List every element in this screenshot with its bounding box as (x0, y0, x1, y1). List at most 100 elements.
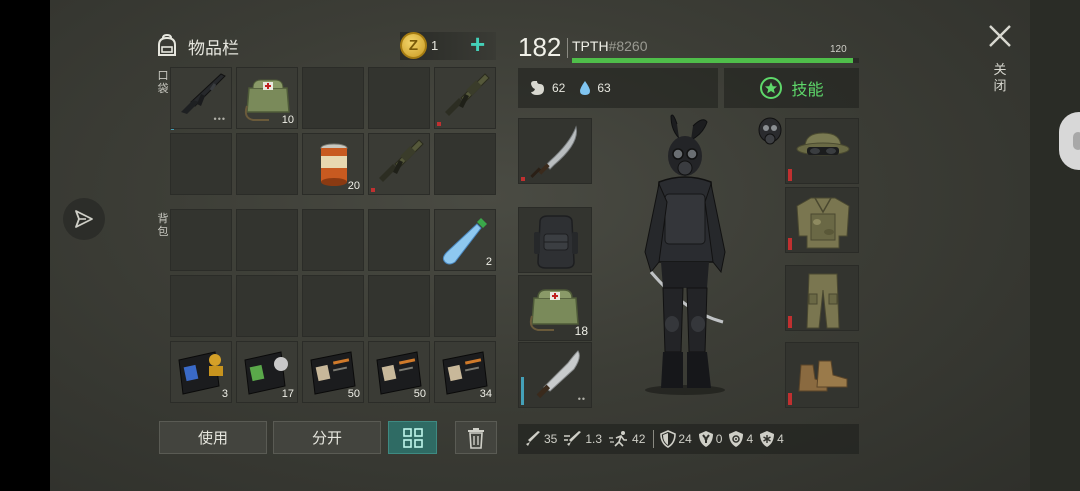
grid-sort-icon (402, 427, 423, 448)
durability-indicator (437, 122, 441, 126)
inventory-header: 物品栏 (154, 30, 239, 62)
stats-divider (653, 430, 655, 448)
durability-indicator (371, 188, 375, 192)
pocket-slot[interactable]: 20 (302, 133, 364, 195)
use-button[interactable]: 使用 (159, 421, 267, 454)
durability-indicator (788, 238, 792, 250)
radiation-shield-icon (698, 431, 713, 447)
katana-icon (530, 125, 578, 178)
backpack-slot[interactable] (236, 275, 298, 337)
backpack-slot[interactable] (302, 209, 364, 271)
equip-slot-legs[interactable] (785, 265, 859, 331)
split-button[interactable]: 分开 (273, 421, 381, 454)
item-quantity: 3 (221, 388, 228, 400)
send-button[interactable] (63, 198, 105, 240)
sword-icon (526, 431, 540, 446)
backpack-slot[interactable] (368, 275, 430, 337)
item-quantity: 50 (347, 388, 360, 400)
backpack-icon (158, 33, 176, 56)
shield-icon (660, 430, 677, 448)
equip-slot-weapon-1[interactable] (518, 118, 592, 184)
pocket-slot[interactable]: 10 (236, 67, 298, 129)
stat-move-speed-value: 42 (632, 432, 646, 446)
hunger-value: 62 (552, 81, 566, 95)
durability-indicator (788, 316, 792, 328)
pocket-slot[interactable] (302, 67, 364, 129)
sort-button[interactable] (388, 421, 437, 454)
item-quantity: 50 (413, 388, 426, 400)
backpack-slot[interactable] (170, 209, 232, 271)
coin-balance: Z 1 + (400, 30, 496, 60)
player-level: 182 (518, 32, 562, 62)
stat-attack-speed-value: 1.3 (585, 432, 603, 446)
camo-pants-icon (806, 273, 840, 329)
stat-move-speed: 42 (608, 430, 645, 448)
swift-sword-icon (564, 431, 582, 446)
water-drop-icon (580, 81, 591, 95)
edge-handle-button[interactable] (1059, 112, 1080, 170)
star-badge-icon (760, 77, 783, 99)
pocket-slot[interactable] (368, 133, 430, 195)
stat-armor: 24 (660, 430, 692, 448)
backpack-slot[interactable]: 17 (236, 341, 298, 403)
backpack-slot[interactable]: 50 (368, 341, 430, 403)
character-stats-bar: 35 1.3 42 24 0 4 4 (518, 424, 859, 454)
item-quantity: 34 (479, 388, 492, 400)
xp-max: 120 (830, 44, 847, 55)
close-label[interactable]: 关闭 (992, 62, 1008, 94)
equip-slot-backpack[interactable] (518, 207, 592, 273)
pocket-slot[interactable] (170, 133, 232, 195)
item-quantity: 10 (281, 114, 294, 126)
biohazard-shield-icon (729, 431, 744, 447)
backpack-slot[interactable]: 2 (434, 209, 496, 271)
backpack-slot[interactable] (302, 275, 364, 337)
skills-label: 技能 (791, 82, 824, 99)
durability-indicator (521, 377, 524, 405)
pocket-label: 口袋 (157, 70, 169, 95)
add-coins-button[interactable]: + (470, 30, 485, 58)
item-tier-dots: ••• (213, 114, 226, 124)
delete-button[interactable] (455, 421, 497, 454)
backpack-slot[interactable]: 3 (170, 341, 232, 403)
skills-button[interactable]: 技能 (724, 68, 859, 108)
item-quantity: 17 (281, 388, 294, 400)
backpack-slot[interactable] (434, 275, 496, 337)
durability-indicator (521, 177, 525, 181)
backpack-slot[interactable] (368, 209, 430, 271)
backpack-slot[interactable]: 50 (302, 341, 364, 403)
player-name: TPTH#8260 (572, 38, 648, 54)
survival-stats: 62 63 (518, 68, 718, 108)
character-avatar (644, 114, 726, 395)
equip-slot-body[interactable] (785, 187, 859, 253)
equip-slot-weapon-2[interactable]: •• (518, 342, 592, 408)
durability-indicator (788, 169, 792, 181)
xp-bar-fill (572, 58, 854, 63)
stat-armor-value: 24 (678, 432, 692, 446)
grenade-launcher-icon (379, 139, 424, 182)
pocket-slot[interactable] (434, 67, 496, 129)
equip-slot-feet[interactable] (785, 342, 859, 408)
snowflake-shield-icon (760, 431, 775, 447)
close-icon[interactable] (986, 22, 1014, 50)
stomach-icon (531, 81, 544, 95)
coin-icon: Z (400, 32, 427, 59)
grenade-launcher-icon (445, 73, 490, 116)
backpack-slot[interactable] (170, 275, 232, 337)
pocket-slot[interactable] (368, 67, 430, 129)
stat-radiation-value: 0 (715, 432, 723, 446)
backpack-slot[interactable] (236, 209, 298, 271)
stat-cold: 4 (759, 430, 784, 448)
running-icon (609, 431, 628, 447)
right-bar (1030, 0, 1080, 491)
durability-indicator (788, 393, 792, 405)
tactical-backpack-icon (534, 215, 578, 269)
equip-slot-head[interactable] (785, 118, 859, 184)
pocket-slot[interactable]: ••• (170, 67, 232, 129)
backpack-slot[interactable]: 34 (434, 341, 496, 403)
backpack-label: 背包 (157, 213, 169, 238)
item-quantity: 20 (347, 180, 360, 192)
pocket-slot[interactable] (236, 133, 298, 195)
item-quantity: 2 (485, 256, 492, 268)
equip-slot-medkit[interactable]: 18 (518, 275, 592, 341)
pocket-slot[interactable] (434, 133, 496, 195)
